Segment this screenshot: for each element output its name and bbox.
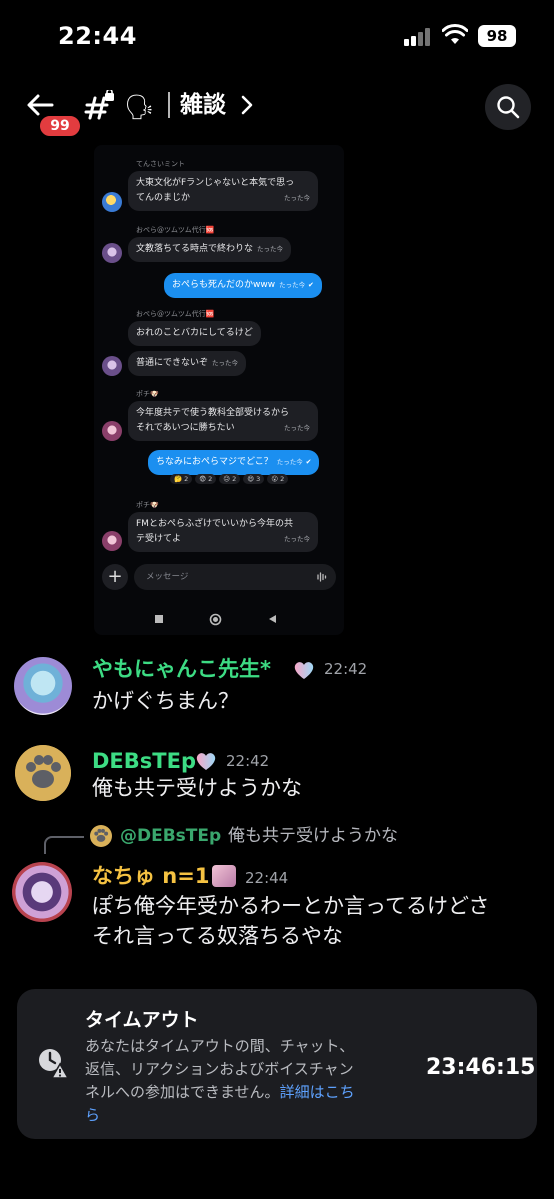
message-content: かげぐちまん？ bbox=[92, 689, 239, 713]
embed-message-bubble: おれのことバカにしてるけど bbox=[128, 321, 261, 346]
embed-own-message-bubble: ちなみにおぺらマジでどこ？ たった今 ✔ bbox=[148, 450, 320, 475]
message-timestamp: 22:44 bbox=[245, 869, 289, 887]
embed-reaction: 😥 2 bbox=[219, 474, 241, 484]
embed-reaction: 😮 2 bbox=[267, 474, 289, 484]
heart-badge-icon bbox=[196, 753, 216, 770]
anime-badge-icon bbox=[212, 865, 236, 887]
message-content: 俺も共テ受けようかな bbox=[92, 776, 302, 800]
avatar[interactable] bbox=[12, 862, 72, 922]
embed-plus-icon: + bbox=[102, 564, 128, 590]
battery-indicator: 98 bbox=[478, 25, 516, 47]
embed-message-field: メッセージ bbox=[134, 564, 336, 590]
embedded-screenshot-image[interactable]: てんさいミント 大東文化がFランじゃないと本気で思っ てんのまじか たった今 おぺ… bbox=[94, 145, 344, 635]
author-name[interactable]: DEBsTEp bbox=[92, 747, 196, 775]
speaking-head-emoji: 🗣 bbox=[124, 93, 155, 121]
embed-android-nav-bar bbox=[94, 610, 344, 628]
chat-message[interactable]: DEBsTEp 22:42 俺も共テ受けようかな bbox=[0, 745, 554, 815]
learn-more-link-continued[interactable]: ら bbox=[85, 1106, 100, 1124]
search-button[interactable] bbox=[485, 84, 531, 130]
embed-username: ポチ🐶 bbox=[136, 390, 159, 398]
embed-reaction: 🤔 2 bbox=[170, 474, 193, 484]
embed-avatar bbox=[102, 243, 122, 263]
author-name[interactable]: やもにゃんこ先生* bbox=[92, 655, 271, 683]
embed-message-input-bar: + メッセージ bbox=[102, 564, 336, 592]
embed-home-icon bbox=[209, 613, 222, 626]
author-name[interactable]: なちゅ n=1 bbox=[92, 862, 209, 890]
paw-icon bbox=[15, 745, 71, 801]
embed-username: おぺら@ツムツム代行🆘 bbox=[136, 226, 215, 234]
timeout-notice: タイムアウト あなたはタイムアウトの間、チャット、 返信、リアクションおよびボイ… bbox=[17, 989, 537, 1139]
locked-channel-hash-icon bbox=[84, 90, 114, 120]
embed-avatar bbox=[102, 192, 122, 212]
message-content: それ言ってる奴落ちるやな bbox=[92, 924, 343, 948]
embed-message-bubble: 文教落ちてる時点で終わりな たった今 bbox=[128, 237, 292, 262]
unread-count-badge: 99 bbox=[38, 114, 82, 138]
heart-badge-icon bbox=[294, 662, 314, 679]
embed-message-bubble: FMとおぺらふざけでいいから今年の共 テ受けてよ たった今 bbox=[128, 512, 318, 552]
channel-name[interactable]: 雑談 bbox=[180, 90, 226, 120]
embed-message-bubble: 普通にできないぞ たった今 bbox=[128, 351, 247, 376]
header-divider bbox=[168, 92, 170, 118]
timeout-description: あなたはタイムアウトの間、チャット、 返信、リアクションおよびボイスチャン ネル… bbox=[85, 1037, 355, 1124]
wifi-icon bbox=[442, 24, 468, 44]
embed-own-message-bubble: おぺらも死んだのかwww たった今 ✔ bbox=[164, 273, 322, 298]
embed-voice-wave-icon bbox=[317, 572, 327, 582]
embed-reaction: 😨 2 bbox=[195, 474, 217, 484]
message-content: ぽち俺今年受かるわーとか言ってるけどさ bbox=[92, 894, 490, 918]
chevron-right-icon[interactable] bbox=[240, 94, 254, 116]
message-timestamp: 22:42 bbox=[324, 660, 368, 678]
embed-username: おぺら@ツムツム代行🆘 bbox=[136, 310, 215, 318]
embed-reaction: 😄 3 bbox=[243, 474, 265, 484]
embed-avatar bbox=[102, 531, 122, 551]
embed-username: ポチ🐶 bbox=[136, 501, 159, 509]
reply-avatar bbox=[90, 825, 112, 847]
embed-recents-icon bbox=[155, 615, 163, 623]
embed-reaction-row: 🤔 2 😨 2 😥 2 😄 3 😮 2 bbox=[170, 474, 289, 484]
avatar[interactable] bbox=[15, 745, 71, 801]
message-timestamp: 22:42 bbox=[226, 752, 270, 770]
reply-author-mention[interactable]: @DEBsTEp bbox=[120, 824, 221, 848]
timeout-title: タイムアウト bbox=[85, 1009, 199, 1031]
timeout-countdown: 23:46:15 bbox=[426, 1055, 536, 1080]
embed-username: てんさいミント bbox=[136, 160, 185, 168]
chat-message[interactable]: やもにゃんこ先生* 22:42 かげぐちまん？ bbox=[0, 655, 554, 725]
channel-header: 99 🗣 雑談 bbox=[0, 78, 554, 138]
learn-more-link[interactable]: 詳細はこち bbox=[280, 1083, 355, 1101]
status-bar: 22:44 98 bbox=[0, 0, 554, 70]
cellular-signal-icon bbox=[404, 28, 432, 46]
avatar[interactable] bbox=[14, 657, 72, 715]
timeout-clock-icon bbox=[39, 1049, 69, 1079]
embed-message-bubble: 大東文化がFランじゃないと本気で思っ てんのまじか たった今 bbox=[128, 171, 318, 211]
search-icon bbox=[497, 96, 520, 119]
embed-message-bubble: 今年度共テで使う教科全部受けるから それであいつに勝ちたい たった今 bbox=[128, 401, 318, 441]
status-time: 22:44 bbox=[58, 22, 137, 50]
reply-preview-text[interactable]: 俺も共テ受けようかな bbox=[228, 824, 398, 848]
embed-avatar bbox=[102, 421, 122, 441]
embed-avatar bbox=[102, 356, 122, 376]
chat-message[interactable]: なちゅ n=1 22:44 ぽち俺今年受かるわーとか言ってるけどさ それ言ってる… bbox=[0, 862, 554, 952]
embed-back-icon bbox=[269, 615, 276, 623]
paw-icon bbox=[94, 828, 109, 842]
reply-connector bbox=[44, 836, 84, 854]
